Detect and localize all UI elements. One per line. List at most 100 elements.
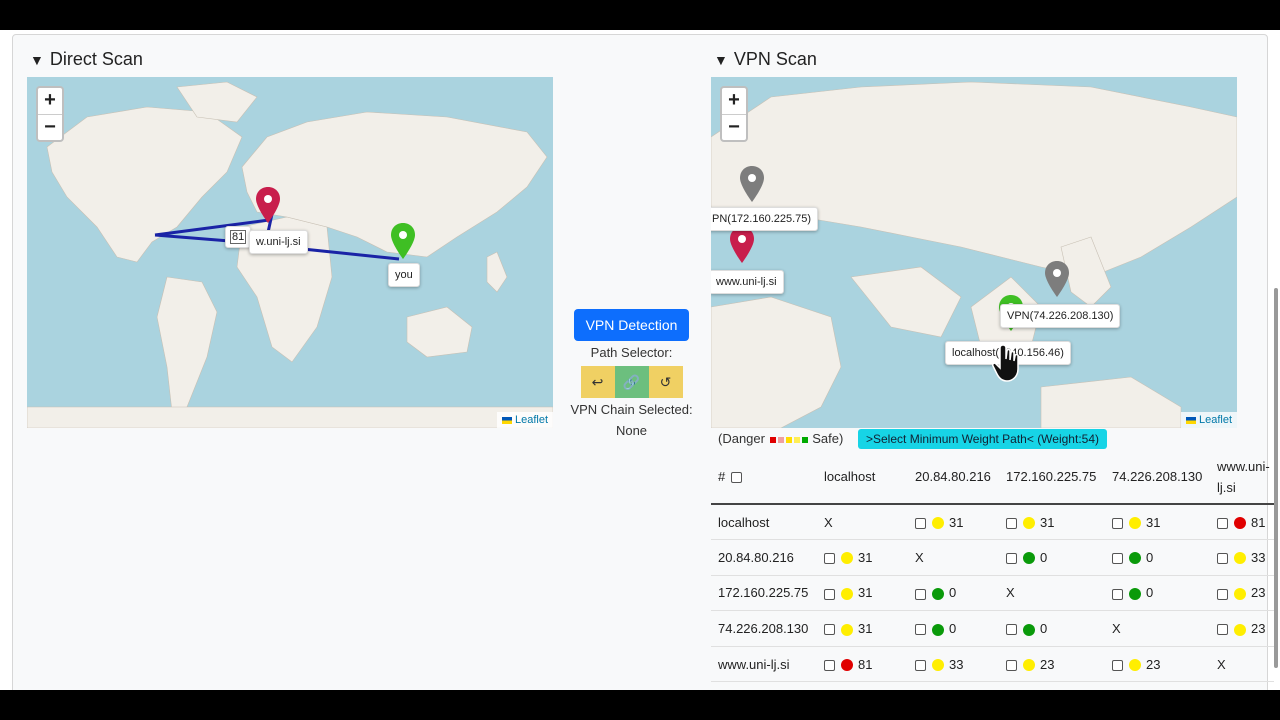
table-row: 172.160.225.75 31 0 X 0 23	[711, 575, 1274, 612]
vpn-controls: VPN Detection Path Selector: ↩ 🔗 ↺ VPN C…	[560, 309, 703, 438]
route-weight-label: 81	[225, 226, 252, 248]
matrix-cell: 23	[999, 646, 1105, 683]
risk-dot-icon	[1234, 517, 1246, 530]
risk-dot-icon	[1234, 552, 1246, 565]
edge-checkbox[interactable]	[915, 517, 926, 529]
edge-checkbox[interactable]	[1006, 517, 1017, 529]
direct-scan-toggle[interactable]: ▼ Direct Scan	[30, 49, 143, 70]
edge-checkbox[interactable]	[1217, 517, 1228, 529]
edge-weight: 23	[1146, 656, 1161, 672]
edge-checkbox[interactable]	[1006, 659, 1017, 671]
edge-checkbox[interactable]	[915, 659, 926, 671]
risk-dot-icon	[841, 659, 853, 672]
legend-swatch	[793, 436, 800, 443]
risk-dot-icon	[1129, 517, 1141, 530]
table-header-row: # localhost 20.84.80.216 172.160.225.75 74.…	[711, 450, 1274, 505]
destination-label: www.uni-lj.si	[711, 270, 784, 294]
path-link-button[interactable]: 🔗	[614, 366, 649, 398]
matrix-cell: X	[999, 575, 1105, 612]
risk-dot-icon	[841, 623, 853, 636]
vpn-detection-button[interactable]: VPN Detection	[573, 309, 690, 341]
zoom-out-button[interactable]: −	[38, 114, 62, 140]
edge-checkbox[interactable]	[1217, 552, 1228, 564]
matrix-cell: 23	[1105, 646, 1210, 683]
edge-checkbox[interactable]	[1006, 624, 1017, 636]
matrix-cell: 23	[1210, 610, 1274, 647]
edge-checkbox[interactable]	[1112, 552, 1123, 564]
risk-dot-icon	[1023, 623, 1035, 636]
risk-dot-icon	[932, 517, 944, 530]
edge-weight: 31	[1146, 514, 1161, 530]
matrix-cell: 0	[908, 610, 999, 647]
edge-checkbox[interactable]	[915, 588, 926, 600]
self-marker: X	[1112, 621, 1121, 637]
destination-label: w.uni-lj.si	[249, 230, 308, 254]
matrix-cell: 31	[817, 610, 908, 647]
matrix-cell: 0	[999, 610, 1105, 647]
you-label: you	[388, 263, 420, 287]
path-reset-button[interactable]: ↺	[648, 366, 683, 398]
self-marker: X	[1217, 656, 1226, 672]
edge-weight: 31	[858, 585, 873, 601]
risk-dot-icon	[932, 659, 944, 672]
path-back-button[interactable]: ↩	[580, 366, 615, 398]
edge-checkbox[interactable]	[1112, 517, 1123, 529]
vpn-chain-value: None	[615, 423, 648, 438]
vpn-marker-icon[interactable]	[1045, 261, 1069, 297]
risk-dot-icon	[1023, 517, 1035, 530]
matrix-cell: X	[817, 504, 908, 541]
direct-scan-title: Direct Scan	[49, 49, 143, 69]
matrix-cell: 31	[908, 504, 999, 541]
direct-scan-map[interactable]: + − 81 w.uni-lj.si you Leaflet	[27, 77, 553, 428]
edge-checkbox[interactable]	[915, 624, 926, 636]
edge-checkbox[interactable]	[824, 552, 835, 564]
column-header: www.uni-lj.si	[1210, 450, 1274, 505]
edge-weight: 81	[1251, 514, 1266, 530]
path-selector-buttons: ↩ 🔗 ↺	[560, 366, 703, 398]
matrix-cell: 81	[1210, 504, 1274, 541]
vpn-scan-map[interactable]: + − PN(172.160.225.75) www.uni-lj.si VPN…	[711, 77, 1237, 428]
edge-checkbox[interactable]	[1006, 552, 1017, 564]
row-label: 74.226.208.130	[711, 610, 817, 647]
matrix-cell: 33	[1210, 539, 1274, 576]
legend-safe-label: Safe)	[812, 431, 844, 446]
destination-marker-icon[interactable]	[730, 227, 754, 263]
table-row: localhost X 31 31 31 81	[711, 504, 1274, 541]
edge-weight: 0	[1040, 621, 1048, 637]
edge-checkbox[interactable]	[1217, 588, 1228, 600]
vpn-scan-toggle[interactable]: ▼ VPN Scan	[714, 49, 817, 70]
vpn-marker-icon[interactable]	[740, 166, 764, 202]
row-label: www.uni-lj.si	[711, 646, 817, 683]
edge-weight: 0	[949, 621, 957, 637]
edge-checkbox[interactable]	[1217, 624, 1228, 636]
risk-dot-icon	[1129, 659, 1141, 672]
risk-dot-icon	[932, 588, 944, 601]
page-scrollbar[interactable]	[1274, 288, 1278, 668]
you-marker-icon[interactable]	[391, 223, 415, 259]
edge-checkbox[interactable]	[1112, 659, 1123, 671]
edge-checkbox[interactable]	[824, 624, 835, 636]
edge-weight: 31	[949, 514, 964, 530]
table-row: 74.226.208.130 31 0 0 X 23	[711, 610, 1274, 647]
matrix-cell: 31	[1105, 504, 1210, 541]
risk-legend: (Danger Safe)	[718, 431, 843, 446]
map-attribution[interactable]: Leaflet	[1180, 412, 1237, 428]
edge-checkbox[interactable]	[824, 588, 835, 600]
edge-checkbox[interactable]	[824, 659, 835, 671]
vpn-chain-label: VPN Chain Selected:	[570, 402, 693, 417]
destination-marker-icon[interactable]	[256, 187, 280, 223]
zoom-out-button[interactable]: −	[722, 114, 746, 140]
hand-cursor-icon	[992, 344, 1019, 382]
matrix-cell: 23	[1210, 575, 1274, 612]
zoom-in-button[interactable]: +	[722, 88, 746, 114]
collapse-triangle-icon: ▼	[30, 52, 44, 68]
select-all-checkbox[interactable]	[730, 472, 742, 484]
map-attribution[interactable]: Leaflet	[496, 412, 553, 428]
edge-checkbox[interactable]	[1112, 588, 1123, 600]
edge-weight: 23	[1251, 585, 1266, 601]
zoom-in-button[interactable]: +	[38, 88, 62, 114]
min-weight-path-button[interactable]: >Select Minimum Weight Path< (Weight:54)	[858, 429, 1107, 449]
collapse-triangle-icon: ▼	[714, 52, 728, 68]
row-label: 20.84.80.216	[711, 539, 817, 576]
risk-dot-icon	[932, 623, 944, 636]
